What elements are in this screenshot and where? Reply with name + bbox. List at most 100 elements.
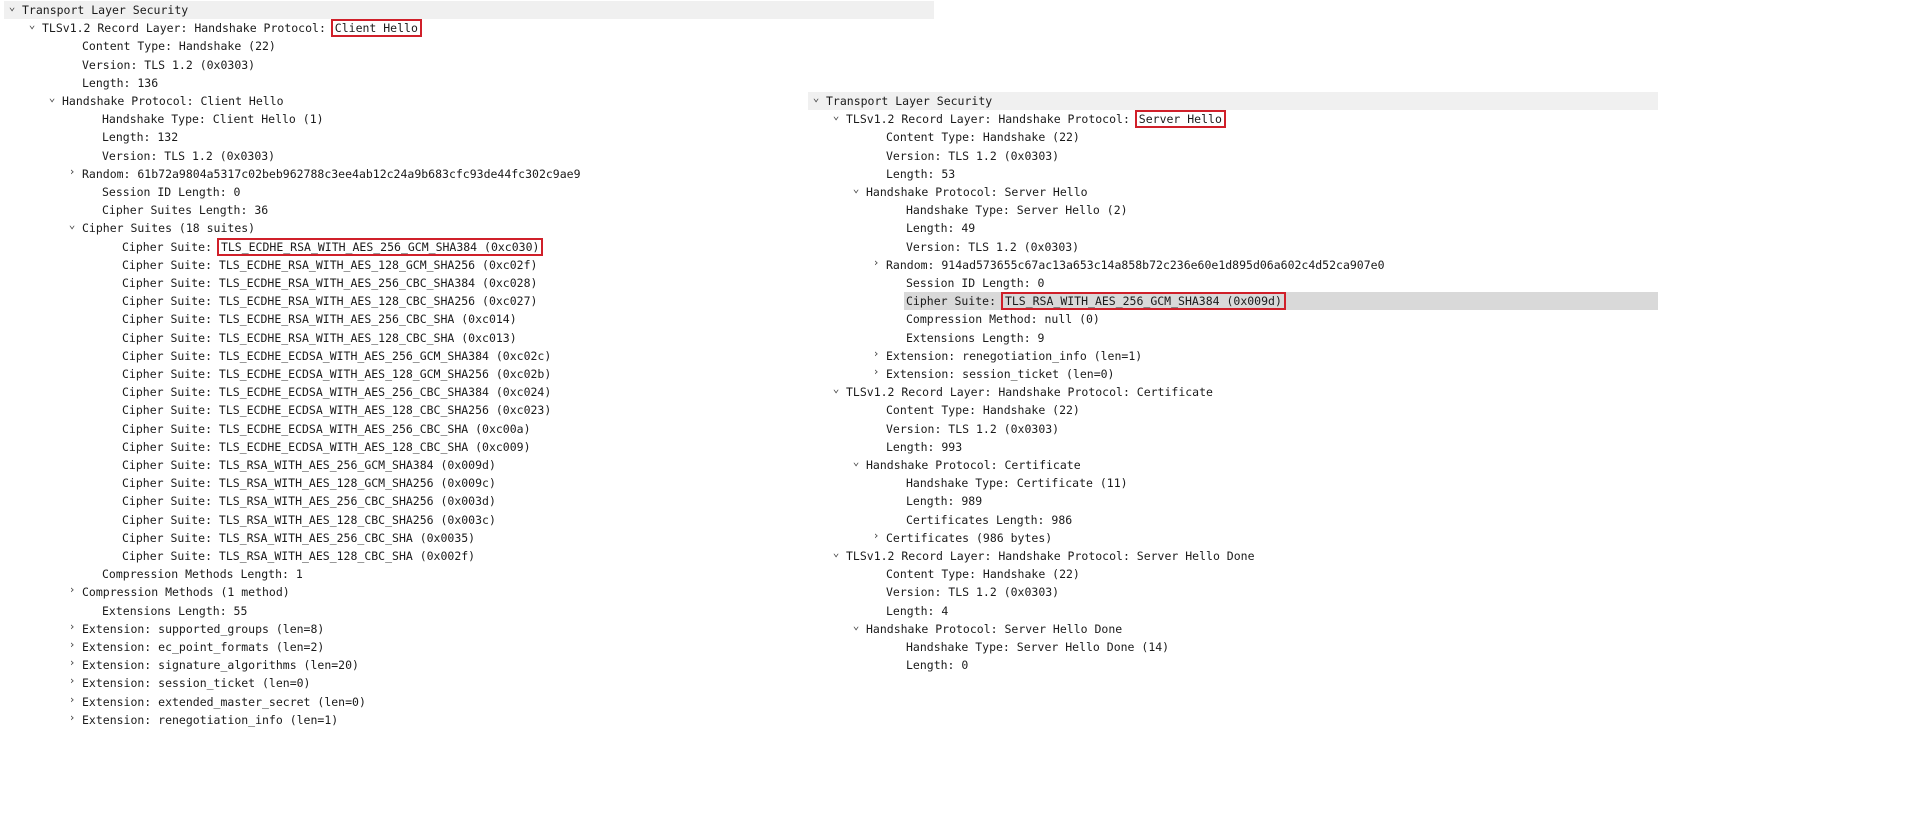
tree-row[interactable]: Handshake Protocol: Server Hello Done	[866, 620, 1122, 638]
highlight-box: Server Hello	[1134, 110, 1226, 129]
tree-row[interactable]: Cipher Suite: TLS_ECDHE_ECDSA_WITH_AES_2…	[122, 347, 551, 365]
tree-row[interactable]: Cipher Suite: TLS_RSA_WITH_AES_256_GCM_S…	[906, 292, 1286, 311]
tree-row[interactable]: Extension: ec_point_formats (len=2)	[82, 638, 324, 656]
tree-row[interactable]: Version: TLS 1.2 (0x0303)	[886, 420, 1059, 438]
chevron-right-icon[interactable]: ›	[868, 529, 884, 547]
chevron-down-icon[interactable]: ⌄	[64, 219, 80, 237]
chevron-down-icon[interactable]: ⌄	[848, 456, 864, 474]
tree-row-label: Cipher Suites (18 suites)	[82, 221, 256, 236]
tree-row[interactable]: Cipher Suite: TLS_RSA_WITH_AES_128_GCM_S…	[122, 474, 496, 492]
tree-row[interactable]: Extension: signature_algorithms (len=20)	[82, 656, 359, 674]
tree-row-label: Content Type: Handshake (22)	[886, 567, 1080, 582]
tree-row[interactable]: Length: 136	[82, 74, 158, 92]
chevron-down-icon[interactable]: ⌄	[828, 383, 844, 401]
chevron-right-icon[interactable]: ›	[868, 365, 884, 383]
tree-row[interactable]: Cipher Suite: TLS_ECDHE_ECDSA_WITH_AES_1…	[122, 401, 551, 419]
tree-row[interactable]: Cipher Suite: TLS_ECDHE_RSA_WITH_AES_256…	[122, 310, 517, 328]
tree-row[interactable]: Extension: session_ticket (len=0)	[82, 674, 310, 692]
tree-row[interactable]: Session ID Length: 0	[102, 183, 240, 201]
tree-row[interactable]: Content Type: Handshake (22)	[886, 401, 1080, 419]
tree-row[interactable]: Version: TLS 1.2 (0x0303)	[886, 583, 1059, 601]
tree-row[interactable]: Extension: session_ticket (len=0)	[886, 365, 1114, 383]
tree-row[interactable]: Cipher Suite: TLS_ECDHE_RSA_WITH_AES_128…	[122, 256, 537, 274]
tree-row[interactable]: Random: 61b72a9804a5317c02beb962788c3ee4…	[82, 165, 581, 183]
chevron-right-icon[interactable]: ›	[64, 674, 80, 692]
tree-row[interactable]: Cipher Suite: TLS_RSA_WITH_AES_128_CBC_S…	[122, 511, 496, 529]
tree-row[interactable]: Cipher Suite: TLS_ECDHE_RSA_WITH_AES_128…	[122, 329, 517, 347]
tree-row[interactable]: Cipher Suite: TLS_RSA_WITH_AES_256_CBC_S…	[122, 492, 496, 510]
tree-row[interactable]: TLSv1.2 Record Layer: Handshake Protocol…	[846, 547, 1255, 565]
tree-row[interactable]: Length: 132	[102, 128, 178, 146]
tree-row[interactable]: Compression Method: null (0)	[906, 310, 1100, 328]
chevron-down-icon[interactable]: ⌄	[808, 92, 824, 110]
tree-row[interactable]: Version: TLS 1.2 (0x0303)	[82, 56, 255, 74]
tree-row[interactable]: Extension: supported_groups (len=8)	[82, 620, 324, 638]
tree-row[interactable]: Handshake Type: Server Hello Done (14)	[906, 638, 1169, 656]
tree-row[interactable]: Handshake Type: Server Hello (2)	[906, 201, 1128, 219]
tree-row[interactable]: Cipher Suite: TLS_ECDHE_RSA_WITH_AES_256…	[122, 237, 544, 256]
tree-row[interactable]: Cipher Suite: TLS_ECDHE_ECDSA_WITH_AES_2…	[122, 420, 531, 438]
tree-row[interactable]: TLSv1.2 Record Layer: Handshake Protocol…	[846, 383, 1213, 401]
chevron-down-icon[interactable]: ⌄	[828, 110, 844, 128]
tree-row[interactable]: Extensions Length: 9	[906, 329, 1044, 347]
tree-row[interactable]: Cipher Suite: TLS_ECDHE_RSA_WITH_AES_256…	[122, 274, 537, 292]
tree-row[interactable]: Length: 0	[906, 656, 968, 674]
tree-row[interactable]: Version: TLS 1.2 (0x0303)	[886, 147, 1059, 165]
tree-row[interactable]: Cipher Suite: TLS_RSA_WITH_AES_256_CBC_S…	[122, 529, 475, 547]
tree-row[interactable]: Cipher Suite: TLS_ECDHE_ECDSA_WITH_AES_2…	[122, 383, 551, 401]
chevron-right-icon[interactable]: ›	[64, 165, 80, 183]
tree-row[interactable]: Handshake Protocol: Certificate	[866, 456, 1081, 474]
tree-row[interactable]: Cipher Suites Length: 36	[102, 201, 268, 219]
chevron-right-icon[interactable]: ›	[64, 656, 80, 674]
chevron-right-icon[interactable]: ›	[868, 347, 884, 365]
chevron-down-icon[interactable]: ⌄	[24, 19, 40, 37]
tree-row[interactable]: Extension: renegotiation_info (len=1)	[82, 711, 338, 729]
tree-row[interactable]: Transport Layer Security	[22, 1, 188, 19]
tree-row[interactable]: Content Type: Handshake (22)	[886, 565, 1080, 583]
chevron-down-icon[interactable]: ⌄	[4, 1, 20, 19]
chevron-down-icon[interactable]: ⌄	[848, 619, 864, 638]
tree-row[interactable]: Handshake Type: Certificate (11)	[906, 474, 1128, 492]
chevron-right-icon[interactable]: ›	[64, 711, 80, 729]
tree-row[interactable]: TLSv1.2 Record Layer: Handshake Protocol…	[846, 110, 1226, 129]
chevron-down-icon[interactable]: ⌄	[44, 92, 60, 110]
tree-row[interactable]: Cipher Suites (18 suites)	[82, 219, 255, 237]
chevron-right-icon[interactable]: ›	[64, 693, 80, 711]
tree-row[interactable]: Content Type: Handshake (22)	[82, 37, 276, 55]
chevron-right-icon[interactable]: ›	[868, 256, 884, 274]
tree-row[interactable]: Extension: extended_master_secret (len=0…	[82, 693, 366, 711]
chevron-down-icon[interactable]: ⌄	[848, 183, 864, 201]
tree-row[interactable]: Length: 49	[906, 219, 975, 237]
chevron-right-icon[interactable]: ›	[64, 620, 80, 638]
tree-row-label: Length: 4	[886, 603, 949, 618]
tree-row[interactable]: Handshake Protocol: Server Hello	[866, 183, 1088, 201]
tree-row[interactable]: Cipher Suite: TLS_ECDHE_ECDSA_WITH_AES_1…	[122, 438, 531, 456]
tree-row[interactable]: Certificates (986 bytes)	[886, 529, 1052, 547]
tree-row[interactable]: Compression Methods Length: 1	[102, 565, 303, 583]
tree-row[interactable]: Cipher Suite: TLS_ECDHE_RSA_WITH_AES_128…	[122, 292, 537, 310]
tree-row[interactable]: Content Type: Handshake (22)	[886, 128, 1080, 146]
tree-row[interactable]: Version: TLS 1.2 (0x0303)	[102, 147, 275, 165]
tree-row[interactable]: Extensions Length: 55	[102, 602, 247, 620]
tree-row-label: Length: 0	[906, 658, 969, 673]
tree-row[interactable]: Cipher Suite: TLS_RSA_WITH_AES_256_GCM_S…	[122, 456, 496, 474]
tree-row[interactable]: Session ID Length: 0	[906, 274, 1044, 292]
tree-row[interactable]: Length: 989	[906, 492, 982, 510]
tree-row[interactable]: Extension: renegotiation_info (len=1)	[886, 347, 1142, 365]
tree-row[interactable]: Handshake Type: Client Hello (1)	[102, 110, 324, 128]
chevron-right-icon[interactable]: ›	[64, 638, 80, 656]
chevron-down-icon[interactable]: ⌄	[828, 547, 844, 565]
tree-row[interactable]: Cipher Suite: TLS_RSA_WITH_AES_128_CBC_S…	[122, 547, 475, 565]
tree-row[interactable]: Random: 914ad573655c67ac13a653c14a858b72…	[886, 256, 1385, 274]
tree-row[interactable]: Length: 53	[886, 165, 955, 183]
tree-row[interactable]: Certificates Length: 986	[906, 511, 1072, 529]
tree-row[interactable]: Length: 993	[886, 438, 962, 456]
tree-row[interactable]: Compression Methods (1 method)	[82, 583, 290, 601]
tree-row[interactable]: Cipher Suite: TLS_ECDHE_ECDSA_WITH_AES_1…	[122, 365, 551, 383]
chevron-right-icon[interactable]: ›	[64, 583, 80, 601]
tree-row[interactable]: Version: TLS 1.2 (0x0303)	[906, 238, 1079, 256]
tree-row[interactable]: Transport Layer Security	[826, 92, 992, 110]
tree-row[interactable]: Length: 4	[886, 602, 948, 620]
tree-row[interactable]: TLSv1.2 Record Layer: Handshake Protocol…	[42, 19, 422, 38]
tree-row[interactable]: Handshake Protocol: Client Hello	[62, 92, 284, 110]
